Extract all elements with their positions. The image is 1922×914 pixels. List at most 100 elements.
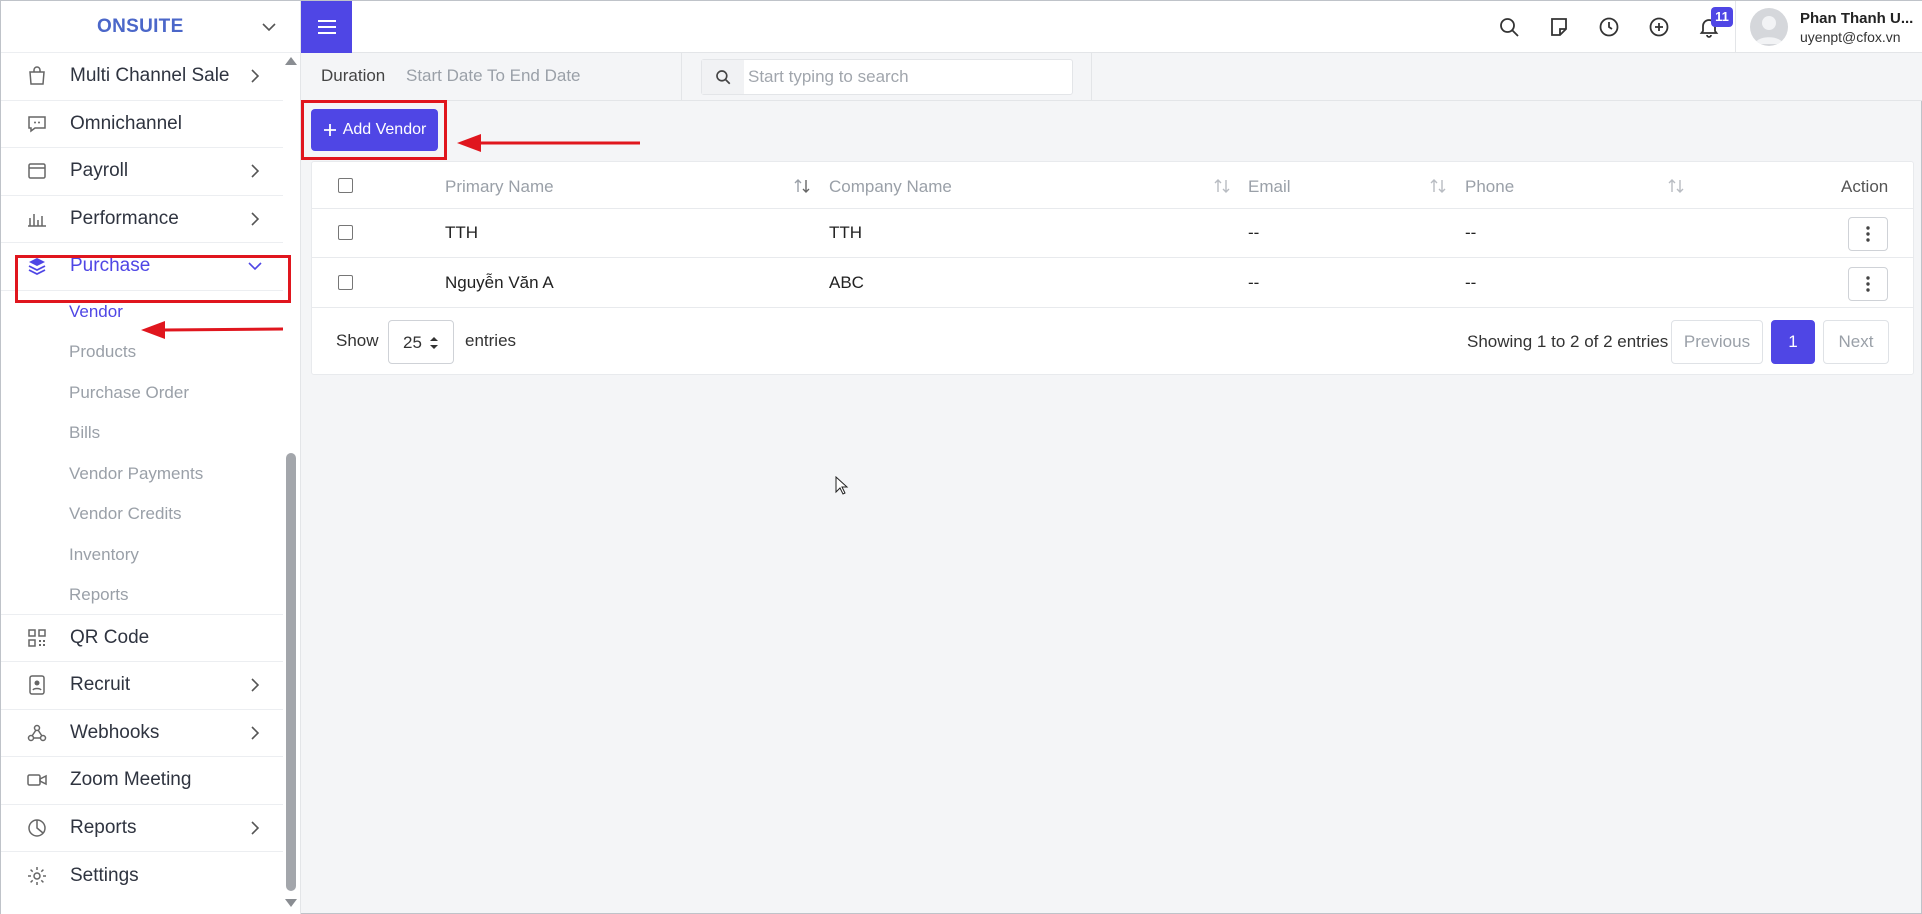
cell-company-name: TTH xyxy=(829,223,863,242)
sticky-note-icon[interactable] xyxy=(1547,15,1571,39)
pagination-info: Showing 1 to 2 of 2 entries xyxy=(1467,332,1669,351)
table-header-row: Primary Name Company Name Email Phone Ac… xyxy=(312,162,1913,209)
column-header-email[interactable]: Email xyxy=(1248,177,1291,197)
annotation-highlight-purchase xyxy=(15,255,291,303)
brand-bar: ONSUITE xyxy=(1,1,300,53)
sidebar-item-settings[interactable]: Settings xyxy=(1,852,283,900)
sidebar-subitem-purchase-order[interactable]: Purchase Order xyxy=(1,372,283,413)
cell-email: -- xyxy=(1248,223,1260,242)
sidebar-item-label: Webhooks xyxy=(70,721,160,743)
sidebar-item-multi-channel-sale[interactable]: Multi Channel Sale xyxy=(1,53,283,101)
select-updown-icon xyxy=(430,337,438,349)
select-all-checkbox[interactable] xyxy=(338,178,353,193)
sidebar-item-zoom-meeting[interactable]: Zoom Meeting xyxy=(1,757,283,805)
user-avatar-icon xyxy=(1755,16,1783,44)
sidebar-item-label: Recruit xyxy=(70,674,131,696)
cell-primary-name[interactable]: TTH xyxy=(445,223,478,243)
sidebar-subitem-label: Reports xyxy=(69,585,129,604)
cell-phone: -- xyxy=(1465,223,1477,242)
search-box xyxy=(701,59,1073,95)
sidebar-subitem-label: Products xyxy=(69,342,137,361)
search-icon[interactable] xyxy=(1497,15,1521,39)
sidebar-scroll-thumb[interactable] xyxy=(286,453,296,891)
sidebar-subitem-bills[interactable]: Bills xyxy=(1,412,283,453)
filter-divider xyxy=(681,53,682,101)
sidebar-item-label: Settings xyxy=(70,864,139,886)
search-button[interactable] xyxy=(702,60,744,94)
chevron-right-icon xyxy=(251,164,260,178)
date-range-picker[interactable]: Start Date To End Date xyxy=(406,66,581,86)
wallet-icon xyxy=(28,163,46,179)
column-header-primary-name[interactable]: Primary Name xyxy=(445,177,554,197)
page-1-button[interactable]: 1 xyxy=(1771,320,1815,364)
chevron-right-icon xyxy=(251,726,260,740)
sort-icon[interactable] xyxy=(792,177,812,195)
table-row[interactable]: Nguyễn Văn A ABC -- -- xyxy=(312,259,1913,308)
chevron-right-icon xyxy=(251,821,260,835)
sidebar-item-label: Performance xyxy=(70,207,179,229)
sidebar-item-webhooks[interactable]: Webhooks xyxy=(1,710,283,757)
gear-icon xyxy=(28,866,46,885)
row-checkbox[interactable] xyxy=(338,225,353,240)
sidebar-item-payroll[interactable]: Payroll xyxy=(1,148,283,196)
mouse-cursor-icon xyxy=(835,476,849,495)
chevron-down-icon[interactable] xyxy=(257,15,281,39)
more-vertical-icon xyxy=(1866,226,1870,242)
previous-page-button[interactable]: Previous xyxy=(1671,320,1763,364)
avatar[interactable] xyxy=(1750,8,1788,46)
webhook-icon xyxy=(27,724,47,741)
column-header-phone[interactable]: Phone xyxy=(1465,177,1514,197)
sidebar-item-label: Multi Channel Sale xyxy=(70,65,230,87)
sidebar-nav: Multi Channel Sale Omnichannel Payroll P… xyxy=(1,53,283,900)
sidebar-item-reports[interactable]: Reports xyxy=(1,805,283,852)
annotation-highlight-add-vendor xyxy=(301,100,447,160)
table-row[interactable]: TTH TTH -- -- xyxy=(312,209,1913,258)
sidebar-item-recruit[interactable]: Recruit xyxy=(1,662,283,710)
sidebar-subitem-label: Purchase Order xyxy=(69,382,189,402)
sidebar-subitem-reports[interactable]: Reports xyxy=(1,574,283,615)
column-header-company-name[interactable]: Company Name xyxy=(829,177,952,197)
cell-primary-name[interactable]: Nguyễn Văn A xyxy=(445,273,554,293)
next-page-button[interactable]: Next xyxy=(1823,320,1889,364)
qr-code-icon xyxy=(28,629,46,647)
brand-logo[interactable]: ONSUITE xyxy=(97,16,184,38)
sidebar-subitem-vendor-payments[interactable]: Vendor Payments xyxy=(1,453,283,494)
sort-icon[interactable] xyxy=(1212,177,1232,195)
annotation-arrow-vendor xyxy=(141,321,284,339)
scroll-up-arrow-icon[interactable] xyxy=(285,57,297,65)
sidebar-item-qr-code[interactable]: QR Code xyxy=(1,615,283,662)
table-footer: Show 25 entries Showing 1 to 2 of 2 entr… xyxy=(312,308,1913,374)
search-input[interactable] xyxy=(748,60,1068,94)
vendor-table-card: Primary Name Company Name Email Phone Ac… xyxy=(311,161,1914,375)
sidebar-subitem-label: Vendor xyxy=(69,301,123,321)
sidebar: ONSUITE Multi Channel Sale Omnichannel P… xyxy=(1,1,301,914)
row-checkbox[interactable] xyxy=(338,275,353,290)
row-action-button[interactable] xyxy=(1848,217,1888,251)
hamburger-menu-button[interactable] xyxy=(301,1,352,53)
clock-icon[interactable] xyxy=(1597,15,1621,39)
page-size-value: 25 xyxy=(403,333,422,352)
sidebar-item-omnichannel[interactable]: Omnichannel xyxy=(1,101,283,148)
sidebar-item-label: Zoom Meeting xyxy=(70,769,192,791)
chevron-right-icon xyxy=(251,678,260,692)
sidebar-item-label: Reports xyxy=(70,816,137,838)
sidebar-subitem-vendor-credits[interactable]: Vendor Credits xyxy=(1,493,283,534)
search-icon xyxy=(716,70,731,85)
filter-divider xyxy=(1091,53,1092,101)
user-name[interactable]: Phan Thanh U... xyxy=(1800,10,1913,27)
notification-badge: 11 xyxy=(1711,7,1733,27)
page-size-select[interactable]: 25 xyxy=(388,320,454,364)
sidebar-item-label: QR Code xyxy=(70,626,150,648)
sidebar-item-performance[interactable]: Performance xyxy=(1,196,283,243)
pie-chart-icon xyxy=(28,819,46,837)
user-email: uyenpt@cfox.vn xyxy=(1800,29,1901,45)
chat-icon xyxy=(28,116,46,133)
sidebar-subitem-inventory[interactable]: Inventory xyxy=(1,534,283,575)
sort-icon[interactable] xyxy=(1666,177,1686,195)
row-action-button[interactable] xyxy=(1848,267,1888,301)
scroll-down-arrow-icon[interactable] xyxy=(285,899,297,907)
sidebar-item-label: Payroll xyxy=(70,160,129,182)
sort-icon[interactable] xyxy=(1428,177,1448,195)
add-circle-icon[interactable] xyxy=(1647,15,1671,39)
entries-label: entries xyxy=(465,331,517,350)
